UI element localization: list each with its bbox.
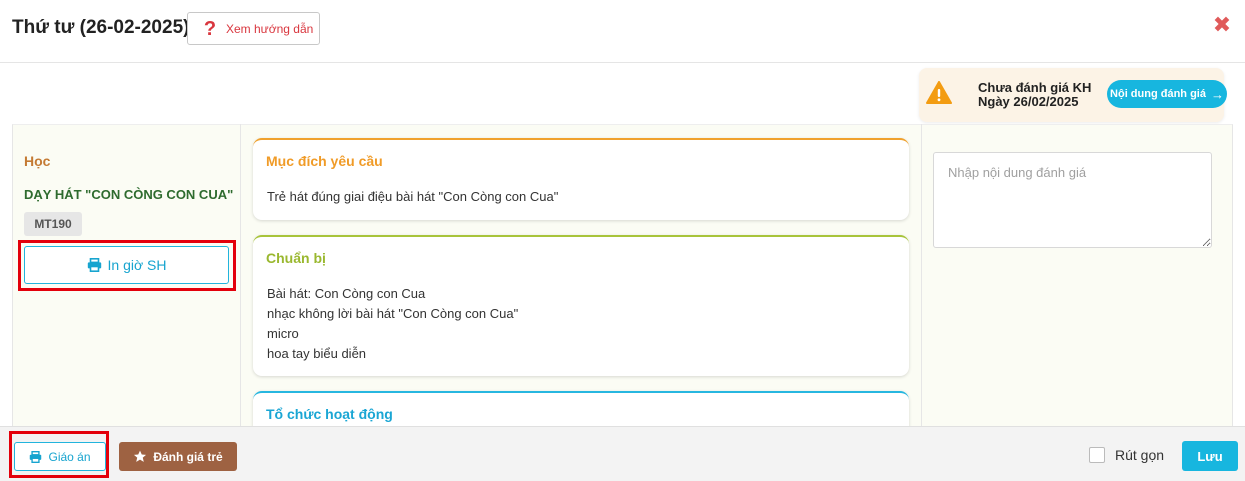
star-icon — [134, 450, 147, 462]
evaluation-content-label: Nội dung đánh giá — [1110, 88, 1206, 100]
card-line: Bài hát: Con Còng con Cua — [267, 286, 426, 301]
rate-children-label: Đánh giá trẻ — [153, 449, 223, 464]
card-content: Bài hát: Con Còng con Cua nhạc không lời… — [267, 284, 518, 364]
card-title: Mục đích yêu cầu — [266, 153, 383, 169]
rate-children-button[interactable]: Đánh giá trẻ — [119, 442, 237, 471]
printer-icon — [87, 258, 101, 272]
activity-type-label: Học — [24, 153, 51, 169]
arrow-right-icon: → — [1210, 86, 1224, 102]
evaluation-content-button[interactable]: Nội dung đánh giá → — [1107, 80, 1227, 108]
purpose-card: Mục đích yêu cầu Trẻ hát đúng giai điệu … — [253, 138, 909, 220]
status-line-1: Chưa đánh giá KH — [978, 80, 1092, 95]
collapse-checkbox[interactable] — [1089, 447, 1105, 463]
printer-icon — [30, 450, 42, 463]
print-lesson-button[interactable]: In giờ SH — [24, 246, 229, 284]
save-button[interactable]: Lưu — [1182, 441, 1238, 471]
card-line: nhạc không lời bài hát "Con Còng con Cua… — [267, 306, 519, 321]
column-divider — [240, 124, 241, 426]
question-mark-icon: ? — [203, 17, 217, 40]
evaluation-status-card: Chưa đánh giá KH Ngày 26/02/2025 Nội dun… — [919, 68, 1227, 122]
card-line: Trẻ hát đúng giai điệu bài hát "Con Còng… — [267, 189, 559, 204]
warning-icon — [926, 81, 952, 104]
column-divider — [921, 124, 922, 426]
card-line: micro — [267, 326, 299, 341]
lesson-plan-label: Giáo án — [48, 449, 91, 464]
lesson-title: DẠY HÁT "CON CÒNG CON CUA" — [24, 187, 234, 202]
page-title: Thứ tư (26-02-2025) — [12, 17, 190, 38]
card-title: Chuẩn bị — [266, 250, 326, 266]
close-icon[interactable]: ✖ — [1212, 14, 1232, 36]
footer-toolbar: Giáo án Đánh giá trẻ Rút gọn Lưu — [0, 426, 1245, 481]
card-content: Trẻ hát đúng giai điệu bài hát "Con Còng… — [267, 187, 558, 207]
card-title: Tổ chức hoạt động — [266, 406, 393, 422]
preparation-card: Chuẩn bị Bài hát: Con Còng con Cua nhạc … — [253, 235, 909, 376]
guide-button-label: Xem hướng dẫn — [226, 21, 314, 36]
guide-button[interactable]: ? Xem hướng dẫn — [187, 12, 320, 45]
print-lesson-label: In giờ SH — [107, 257, 167, 273]
evaluation-input[interactable] — [933, 152, 1212, 248]
lesson-code-badge: MT190 — [24, 212, 82, 236]
card-line: hoa tay biểu diễn — [267, 346, 367, 361]
status-text: Chưa đánh giá KH Ngày 26/02/2025 — [978, 81, 1091, 109]
collapse-label: Rút gọn — [1115, 447, 1165, 463]
status-line-2: Ngày 26/02/2025 — [978, 94, 1079, 109]
modal-header: Thứ tư (26-02-2025) ? Xem hướng dẫn ✖ — [0, 0, 1245, 63]
lesson-plan-button[interactable]: Giáo án — [14, 442, 106, 471]
